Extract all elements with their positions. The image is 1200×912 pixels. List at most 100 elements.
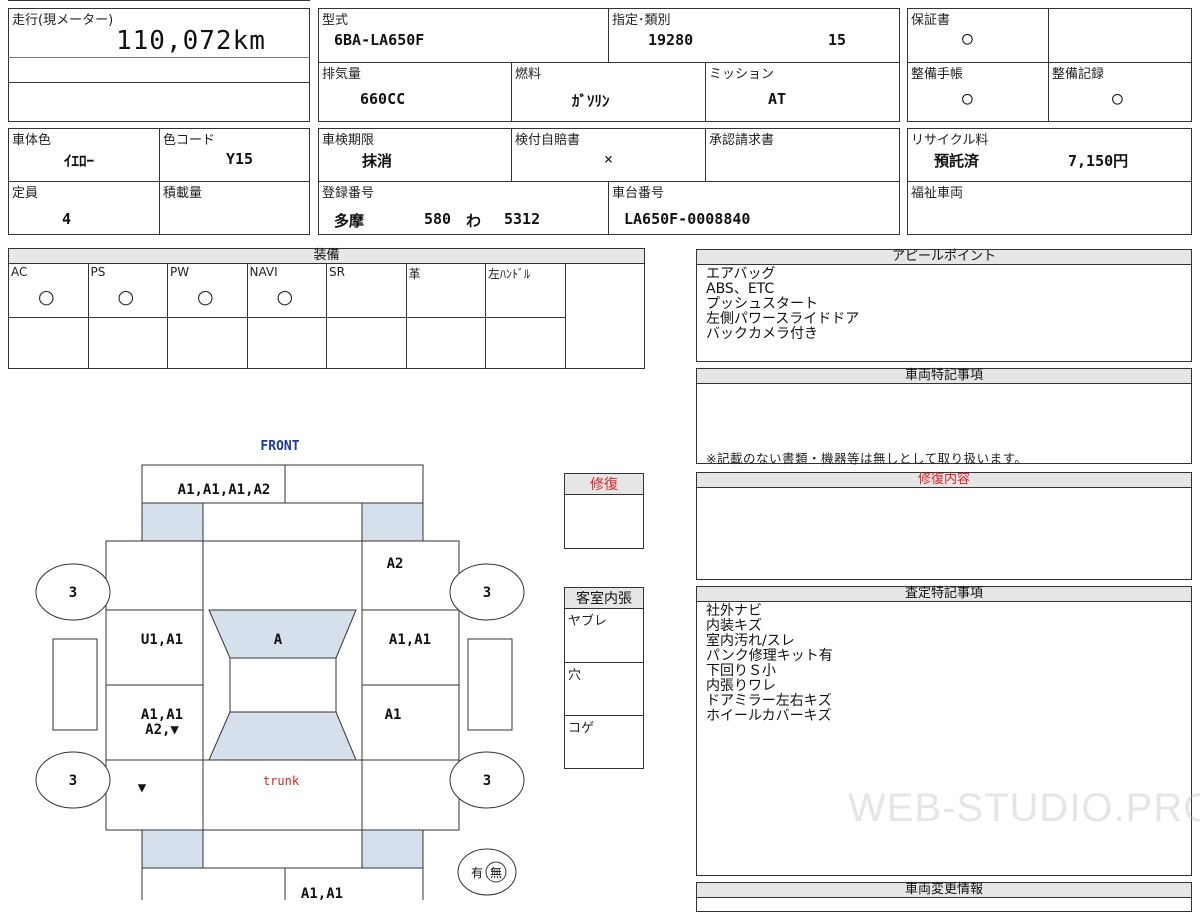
- repair-flag-title: 修復: [564, 473, 644, 495]
- maintenance-book-value: ○: [962, 88, 973, 109]
- body-color-label: 車体色: [12, 133, 52, 148]
- equipment-col-divider: [87, 264, 89, 369]
- registration-serial: 5312: [504, 210, 541, 228]
- inspection-label: 車検期限: [322, 133, 375, 148]
- registration-num: 580: [424, 210, 452, 228]
- registration-hline: [318, 181, 900, 182]
- registration-vline-2: [705, 128, 706, 181]
- equipment-col-divider: [485, 264, 486, 369]
- tire-rl-value: 3: [69, 773, 77, 789]
- chassis-label: 車台番号: [612, 186, 665, 201]
- interior-item-hole: 穴: [568, 668, 582, 683]
- front-bumper-damage: A1,A1,A1,A2: [178, 482, 271, 498]
- load-label: 積載量: [163, 186, 203, 201]
- right-front-door-damage: A1,A1: [389, 632, 431, 648]
- equipment-mark: ○: [197, 286, 214, 308]
- inspection-value: 抹消: [362, 152, 393, 170]
- equipment-col-divider: [167, 264, 168, 369]
- roof-panel: [229, 657, 337, 713]
- transmission-label: ミッション: [709, 67, 775, 82]
- list-line: 社外ナビ: [706, 603, 762, 619]
- appeal-title: アピールポイント: [696, 249, 1192, 265]
- model-label: 型式: [322, 13, 349, 28]
- equipment-label: AC: [11, 265, 28, 279]
- right-step: [467, 638, 513, 731]
- top-edge: [8, 0, 310, 1]
- recycle-value-2: 7,150円: [1068, 152, 1129, 170]
- spec-vline-3: [705, 62, 706, 122]
- recycle-value-1: 預託済: [934, 152, 980, 170]
- interior-divider-2: [564, 715, 644, 716]
- tire-rr-value: 3: [483, 773, 491, 789]
- insurance-value: ×: [604, 150, 614, 168]
- color-code-label: 色コード: [163, 133, 216, 148]
- trunk-lower: [202, 829, 363, 869]
- front-right-light: [361, 502, 424, 542]
- equipment-mark: ○: [276, 286, 294, 308]
- spare-ari: 有: [471, 866, 483, 880]
- document-vline: [1048, 8, 1049, 122]
- assessment-title: 査定特記事項: [696, 586, 1192, 602]
- interior-item-tear: ヤブレ: [568, 614, 608, 629]
- equipment-label: NAVI: [249, 265, 278, 279]
- body-color-value: ｲｴﾛｰ: [64, 152, 95, 170]
- spec-hline: [318, 62, 900, 63]
- maintenance-record-value: ○: [1112, 88, 1123, 109]
- list-line: 室内汚れ/スレ: [706, 633, 795, 649]
- list-line: プッシュスタート: [706, 296, 818, 312]
- equipment-label: PS: [90, 265, 106, 279]
- welfare-label: 福祉車両: [911, 186, 964, 201]
- designation-value-2: 15: [828, 31, 847, 49]
- rear-bumper-panel: [141, 867, 424, 900]
- spare-nashi: 無: [490, 865, 502, 880]
- front-label: FRONT: [260, 439, 299, 454]
- capacity-label: 定員: [12, 186, 39, 201]
- capacity-value: 4: [62, 210, 72, 228]
- equipment-col-divider: [326, 264, 327, 369]
- body-hline: [8, 181, 310, 182]
- windshield: [208, 609, 357, 659]
- left-rear-door-damage-2: A2,▼: [145, 722, 179, 738]
- equipment-col-divider: [564, 264, 566, 369]
- fuel-label: 燃料: [515, 67, 542, 82]
- change-info-title: 車両変更情報: [696, 882, 1192, 898]
- vehicle-notes-footer: ※記載のない書類・機器等は無しとして取り扱います。: [706, 451, 1028, 466]
- left-quarter-damage: ▼: [138, 780, 147, 796]
- registration-label: 登録番号: [322, 186, 375, 201]
- front-right-fender-damage: A2: [387, 556, 404, 572]
- list-line: ABS、ETC: [706, 281, 775, 297]
- warranty-value: ○: [962, 28, 973, 49]
- list-line: 下回りＳ小: [706, 663, 776, 679]
- list-line: エアバッグ: [706, 266, 776, 282]
- maintenance-record-label: 整備記録: [1052, 67, 1105, 82]
- equipment-label: SR: [329, 265, 345, 279]
- spec-vline-2: [511, 62, 512, 122]
- mileage-label: 走行(現メーター): [12, 13, 114, 28]
- approval-label: 承認請求書: [709, 133, 775, 148]
- registration-area: 多摩: [334, 212, 365, 230]
- list-line: 内装キズ: [706, 618, 762, 634]
- interior-title: 客室内張: [564, 587, 644, 609]
- rear-right-light: [361, 829, 424, 869]
- left-step: [52, 638, 98, 731]
- interior-item-burn: コゲ: [568, 721, 595, 736]
- equipment-label: PW: [170, 265, 190, 279]
- model-value: 6BA-LA650F: [334, 31, 425, 49]
- appeal-list: エアバッグ ABS、ETC プッシュスタート 左側パワースライドドア バックカメラ付き: [706, 267, 859, 342]
- list-line: 左側パワースライドドア: [706, 311, 860, 327]
- chassis-value: LA650F-0008840: [624, 210, 751, 228]
- maintenance-book-label: 整備手帳: [911, 67, 964, 82]
- rear-window: [208, 711, 357, 761]
- mileage-divider-2: [8, 82, 310, 83]
- rear-left-light: [141, 829, 204, 869]
- right-rear-door-damage: A1: [385, 707, 402, 723]
- equipment-col-divider: [405, 264, 407, 369]
- equipment-mark: ○: [117, 286, 135, 308]
- roof-damage: A: [274, 632, 283, 648]
- spec-vline-1: [608, 8, 609, 62]
- repair-content-title: 修復内容: [696, 472, 1192, 488]
- designation-label: 指定･類別: [612, 13, 671, 28]
- mileage-value: 110,072km: [116, 26, 266, 56]
- assessment-list: 社外ナビ 内装キズ 室内汚れ/スレ パンク修理キット有 下回りＳ小 内張りワレ ドアミラー左…: [706, 604, 833, 724]
- warranty-label: 保証書: [911, 13, 951, 28]
